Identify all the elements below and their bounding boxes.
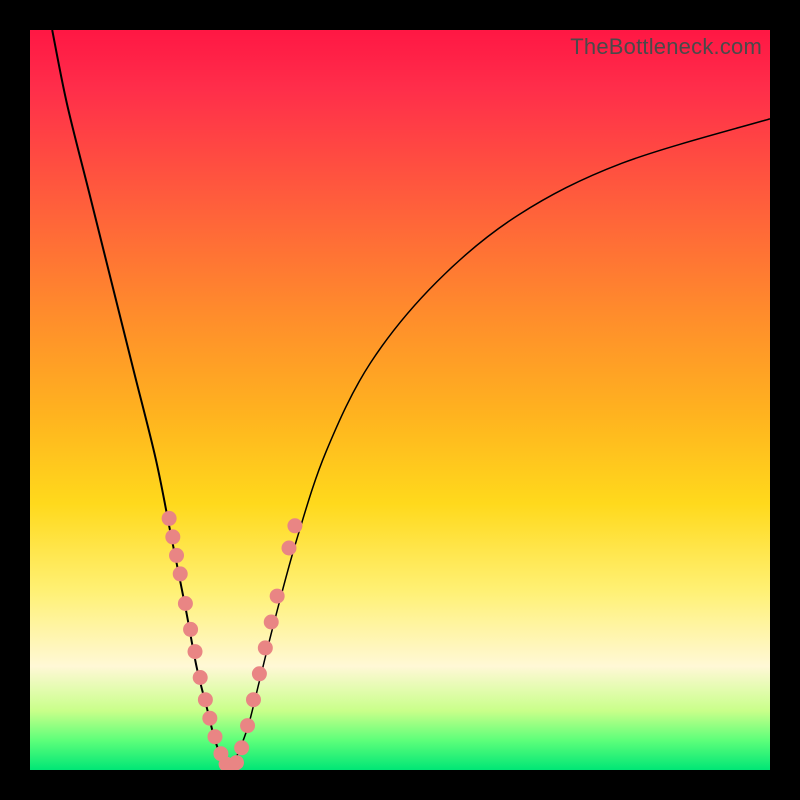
data-marker (270, 589, 285, 604)
plot-area: TheBottleneck.com (30, 30, 770, 770)
data-marker (162, 511, 177, 526)
marker-group (162, 511, 303, 770)
data-marker (165, 529, 180, 544)
data-marker (169, 548, 184, 563)
data-marker (183, 622, 198, 637)
data-marker (208, 729, 223, 744)
data-marker (202, 711, 217, 726)
left-curve (52, 30, 230, 770)
data-marker (287, 518, 302, 533)
data-marker (188, 644, 203, 659)
data-marker (264, 615, 279, 630)
data-marker (258, 640, 273, 655)
right-curve (230, 119, 770, 770)
data-marker (234, 740, 249, 755)
data-marker (178, 596, 193, 611)
chart-svg (30, 30, 770, 770)
data-marker (240, 718, 255, 733)
data-marker (173, 566, 188, 581)
data-marker (193, 670, 208, 685)
chart-frame: TheBottleneck.com (0, 0, 800, 800)
data-marker (198, 692, 213, 707)
data-marker (252, 666, 267, 681)
data-marker (229, 755, 244, 770)
data-marker (282, 541, 297, 556)
data-marker (246, 692, 261, 707)
